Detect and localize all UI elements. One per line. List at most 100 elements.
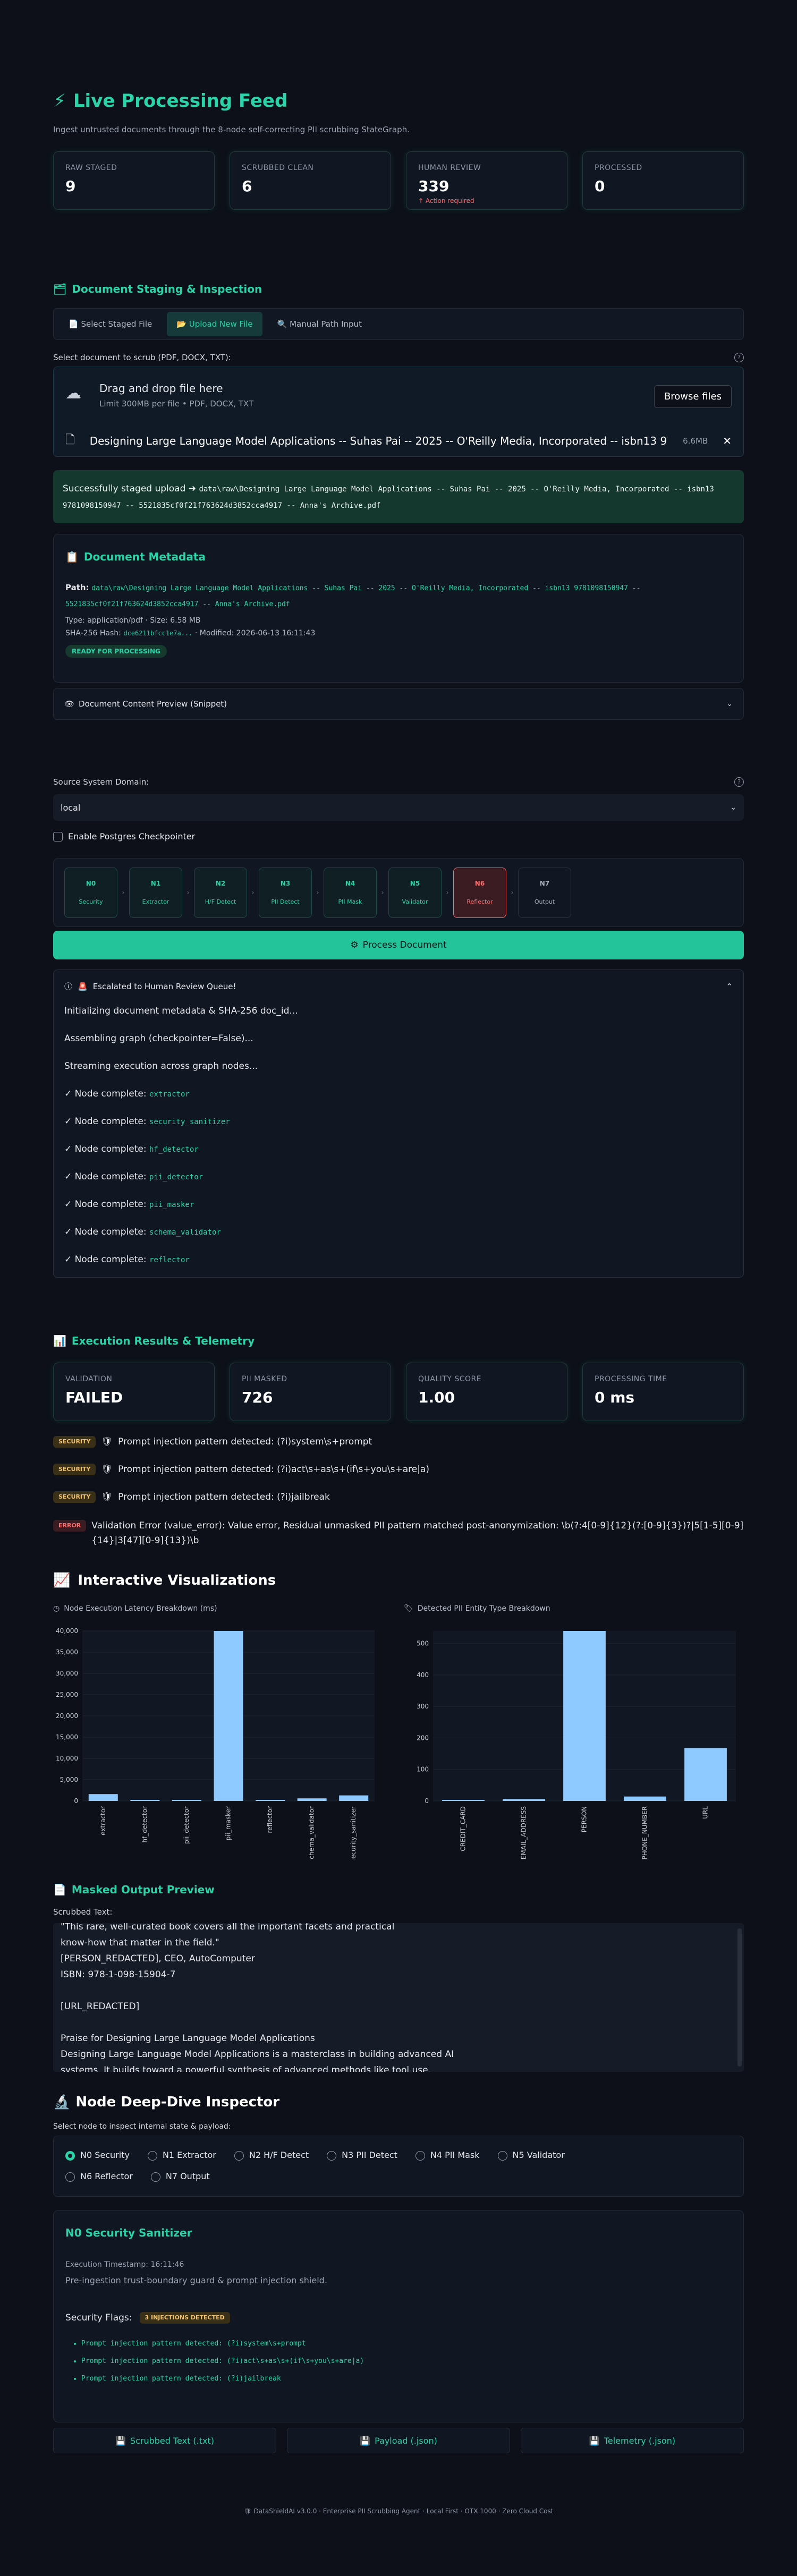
download-payload-button[interactable]: 💾 Payload (.json): [287, 2428, 510, 2453]
radio-n2-h-f-detect[interactable]: N2 H/F Detect: [234, 2150, 309, 2161]
bar-phone-number[interactable]: [624, 1796, 666, 1801]
radio-n1-extractor[interactable]: N1 Extractor: [147, 2150, 216, 2161]
radio-button[interactable]: [150, 2172, 160, 2182]
status-header[interactable]: ⓘ 🚨 Escalated to Human Review Queue! ⌃: [64, 981, 733, 992]
scrubbed-line: "This rare, well-curated book covers all…: [61, 1923, 395, 1932]
tab-select-staged[interactable]: 📄 Select Staged File: [59, 312, 162, 336]
siren-icon: 🚨: [78, 981, 88, 991]
radio-n7-output[interactable]: N7 Output: [150, 2171, 210, 2182]
clock-icon: ◷: [53, 1604, 60, 1613]
download-text-button[interactable]: 💾 Scrubbed Text (.txt): [53, 2428, 276, 2453]
close-icon[interactable]: ✕: [723, 435, 732, 447]
bar-pii-masker[interactable]: [214, 1631, 243, 1801]
uploaded-file-row: 🗋 Designing Large Language Model Applica…: [65, 431, 732, 451]
scrubbed-line: ISBN: 978-1-098-15904-7: [61, 1969, 176, 1980]
bar-email-address[interactable]: [503, 1799, 545, 1801]
y-tick-label: 100: [417, 1766, 429, 1773]
node-name: Output: [534, 898, 555, 905]
pipeline-node-n3: N3 PII Detect: [259, 867, 312, 918]
arrow-icon: ›: [316, 889, 319, 896]
security-flag: SECURITY 🛡 Prompt injection pattern dete…: [53, 1434, 744, 1449]
y-tick-label: 20,000: [56, 1712, 78, 1720]
metric-human-review: HUMAN REVIEW 339 ↑ Action required: [406, 151, 567, 210]
node-radio-group: N0 Security N1 Extractor N2 H/F Detect N3 P…: [53, 2136, 744, 2197]
radio-button[interactable]: [65, 2172, 75, 2182]
radio-button[interactable]: [415, 2150, 425, 2161]
node-id: N3: [280, 880, 291, 887]
bar-security-sanitizer[interactable]: [339, 1795, 369, 1801]
checkpoint-toggle[interactable]: Enable Postgres Checkpointer: [53, 831, 195, 841]
file-icon: 📄: [69, 319, 79, 329]
shield-logo-icon: 🛡: [243, 2507, 252, 2515]
bar-hf-detector[interactable]: [130, 1800, 160, 1801]
y-tick-label: 400: [417, 1671, 429, 1679]
pipeline-node-n5: N5 Validator: [388, 867, 442, 918]
radio-n3-pii-detect[interactable]: N3 PII Detect: [327, 2150, 397, 2161]
error-flag: ERROR Validation Error (value_error): Va…: [53, 1518, 744, 1548]
status-badge: READY FOR PROCESSING: [65, 645, 167, 658]
radio-button[interactable]: [147, 2150, 157, 2161]
chart-title: 🏷 Detected PII Entity Type Breakdown: [404, 1604, 550, 1613]
bar-credit-card[interactable]: [442, 1800, 485, 1801]
uploaded-file-name: Designing Large Language Model Applicati…: [89, 435, 668, 447]
download-telemetry-button[interactable]: 💾 Telemetry (.json): [521, 2428, 744, 2453]
radio-n0-security[interactable]: N0 Security: [65, 2150, 130, 2161]
scrubbed-line: [61, 2014, 736, 2030]
bar-reflector[interactable]: [256, 1800, 285, 1801]
list-item: Prompt injection pattern detected: (?i)s…: [81, 2340, 732, 2348]
y-tick-label: 25,000: [56, 1691, 78, 1698]
radio-n5-validator[interactable]: N5 Validator: [497, 2150, 565, 2161]
shield-icon: 🛡: [101, 1464, 113, 1475]
alert-icon: ⓘ: [64, 982, 73, 991]
tab-manual-path[interactable]: 🔍 Manual Path Input: [268, 312, 371, 336]
download-icon: 💾: [360, 2435, 371, 2446]
preview-expander[interactable]: 👁 Document Content Preview (Snippet) ⌄: [53, 688, 744, 720]
bar-pii-detector[interactable]: [172, 1800, 201, 1801]
arrow-icon: ›: [251, 889, 255, 896]
node-title: N0 Security Sanitizer: [65, 2226, 192, 2239]
scrubbed-textarea[interactable]: "This rare, well-curated book covers all…: [53, 1923, 744, 2072]
help-icon[interactable]: ?: [734, 777, 744, 787]
pipeline-node-n7: N7 Output: [518, 867, 571, 918]
radio-button[interactable]: [65, 2150, 75, 2161]
x-tick-label: reflector: [266, 1806, 274, 1833]
flag-list: Prompt injection pattern detected: (?i)s…: [65, 2340, 732, 2383]
tab-upload-new[interactable]: 📂 Upload New File: [167, 312, 262, 336]
y-tick-label: 10,000: [56, 1755, 78, 1762]
pii-chart: 🏷 Detected PII Entity Type Breakdown 0 100…: [404, 1604, 736, 1870]
metadata-path: Path: data\raw\Designing Large Language …: [65, 583, 641, 608]
bar-extractor[interactable]: [88, 1794, 118, 1801]
scrollbar[interactable]: [737, 1928, 742, 2067]
browse-files-button[interactable]: Browse files: [654, 385, 732, 408]
staging-tabs: 📄 Select Staged File 📂 Upload New File 🔍…: [53, 308, 744, 340]
x-tick-label: EMAIL_ADDRESS: [520, 1806, 528, 1859]
help-icon[interactable]: ?: [734, 353, 744, 362]
arrow-up-icon: ↑: [418, 197, 424, 205]
pii-chart-svg: 0 100 200 300 400 500 CREDIT_CARD EMAIL_ADDRESS…: [417, 1631, 736, 1859]
upload-success-alert: Successfully staged upload ➜ data\raw\De…: [53, 470, 744, 523]
pipeline-node-n2: N2 H/F Detect: [194, 867, 247, 918]
scrubbed-label: Scrubbed Text:: [53, 1907, 113, 1917]
radio-n6-reflector[interactable]: N6 Reflector: [65, 2171, 133, 2182]
node-id: N7: [539, 880, 550, 887]
radio-n4-pii-mask[interactable]: N4 PII Mask: [415, 2150, 480, 2161]
source-select[interactable]: local ⌄: [53, 794, 744, 821]
results-title: 📊 Execution Results & Telemetry: [53, 1334, 255, 1347]
bar-url[interactable]: [684, 1748, 727, 1801]
radio-button[interactable]: [327, 2150, 337, 2161]
radio-button[interactable]: [497, 2150, 507, 2161]
radio-button[interactable]: [234, 2150, 244, 2161]
node-name: PII Detect: [271, 898, 300, 905]
action-required-note: ↑ Action required: [418, 197, 474, 205]
metric-validation: VALIDATION FAILED: [53, 1363, 215, 1421]
scrubbed-line: Designing Large Language Model Applicati…: [61, 2049, 454, 2060]
bar-schema-validator[interactable]: [297, 1798, 327, 1801]
process-document-button[interactable]: ⚙ Process Document: [53, 931, 744, 959]
security-flag: SECURITY 🛡 Prompt injection pattern dete…: [53, 1462, 744, 1477]
bar-person[interactable]: [563, 1631, 606, 1801]
chevron-down-icon: ⌄: [726, 700, 733, 708]
file-dropzone[interactable]: ☁ Drag and drop file here Limit 300MB pe…: [53, 367, 744, 457]
y-tick-label: 300: [417, 1703, 429, 1710]
y-tick-label: 500: [417, 1640, 429, 1647]
checkbox[interactable]: [53, 831, 63, 841]
